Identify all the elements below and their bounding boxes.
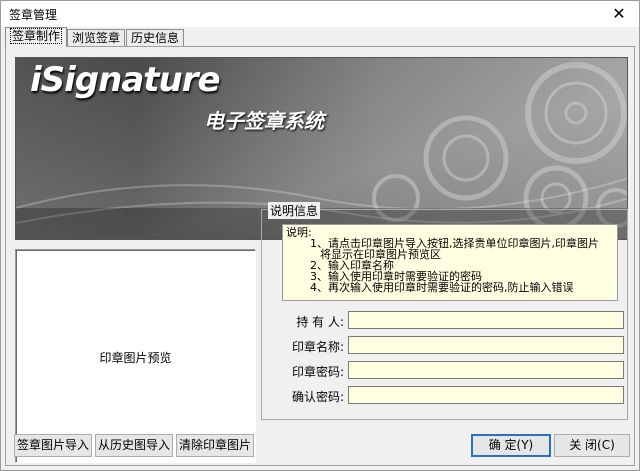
instruction-note: 说明: 1、请点击印章图片导入按钮,选择贵单位印章图片,印章图片 将显示在印章图… [282, 224, 618, 301]
import-from-history-button[interactable]: 从历史图导入 [95, 434, 173, 457]
tab-label: 浏览签章 [72, 31, 121, 45]
note-line: 4、再次输入使用印章时需要验证的密码,防止输入错误 [310, 281, 574, 294]
title-bar: 签章管理 ✕ [1, 1, 639, 27]
seal-image-preview: 印章图片预览 [15, 249, 256, 463]
tab-browse-signature[interactable]: 浏览签章 [67, 29, 126, 47]
info-group: 说明信息 说明: 1、请点击印章图片导入按钮,选择贵单位印章图片,印章图片 将显… [261, 202, 628, 420]
group-title: 说明信息 [268, 202, 321, 219]
window-title: 签章管理 [9, 8, 58, 22]
close-window-icon[interactable]: ✕ [599, 1, 639, 27]
close-button[interactable]: 关 闭(C) [554, 434, 630, 457]
brand-logo-text: iSignature [30, 60, 221, 100]
banner-subtitle: 电子签章系统 [204, 109, 324, 133]
holder-label: 持 有 人: [296, 315, 344, 329]
ok-button[interactable]: 确 定(Y) [471, 434, 551, 457]
preview-label: 印章图片预览 [99, 351, 172, 365]
signature-create-panel: iSignature 电子签章系统 印章图片预览 说明信息 说明: 1、请点击印… [5, 46, 635, 466]
tab-signature-create[interactable]: 签章制作 [5, 27, 68, 47]
seal-password-label: 印章密码: [291, 365, 344, 379]
signature-management-window: 签章管理 ✕ 签章制作 浏览签章 历史信息 iSignature 电子签章系统 … [0, 0, 640, 471]
seal-name-label: 印章名称: [291, 340, 344, 354]
seal-name-input[interactable] [348, 336, 624, 354]
confirm-password-label: 确认密码: [291, 390, 344, 404]
tab-history-info[interactable]: 历史信息 [126, 29, 185, 47]
tab-label: 签章制作 [10, 28, 63, 44]
import-seal-image-button[interactable]: 签章图片导入 [14, 434, 92, 457]
clear-seal-image-button[interactable]: 清除印章图片 [176, 434, 254, 457]
confirm-password-input[interactable] [348, 386, 624, 404]
holder-input[interactable] [348, 311, 624, 329]
seal-password-input[interactable] [348, 361, 624, 379]
tab-label: 历史信息 [131, 31, 180, 45]
